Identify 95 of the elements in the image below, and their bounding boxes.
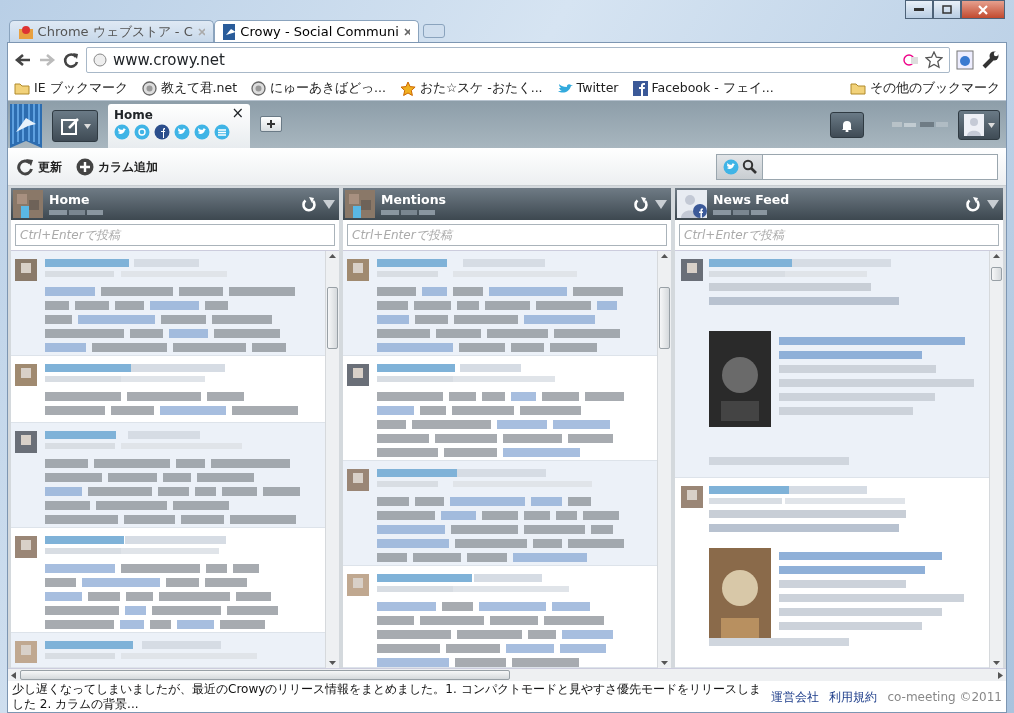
blurred-account-drawing <box>381 209 437 215</box>
bell-icon <box>840 118 854 132</box>
folder-icon <box>850 82 866 95</box>
maximize-icon <box>942 5 952 14</box>
dropdown-icon[interactable] <box>987 199 999 209</box>
post-input-field[interactable]: Ctrl+Enterで投稿 <box>347 224 667 246</box>
post-input-field[interactable]: Ctrl+Enterで投稿 <box>679 224 999 246</box>
bird-icon <box>556 82 573 95</box>
scrollbar-thumb[interactable] <box>659 287 670 349</box>
vertical-scrollbar[interactable] <box>657 251 671 669</box>
horizontal-scrollbar[interactable] <box>8 668 1006 682</box>
bookmark-link[interactable]: おた☆スケ -おたく... <box>400 79 543 98</box>
page-icon[interactable] <box>956 50 974 70</box>
plus-icon <box>266 119 276 129</box>
bird-logo-icon <box>223 23 236 40</box>
scrollbar-thumb[interactable] <box>327 287 338 349</box>
store-icon <box>18 23 33 40</box>
minimize-icon <box>914 7 924 12</box>
refresh-icon[interactable] <box>301 196 317 212</box>
twitter-service-icon <box>194 124 210 140</box>
add-tab-button[interactable] <box>260 116 282 132</box>
avatar-icon <box>963 114 984 136</box>
compose-button[interactable] <box>52 110 98 142</box>
footer-link[interactable]: 利用規約 <box>829 687 878 706</box>
search-icon <box>741 159 757 174</box>
dropdown-icon[interactable] <box>655 199 667 209</box>
notification-button[interactable] <box>830 112 864 138</box>
other-bookmarks-link[interactable]: その他のブックマーク <box>850 79 1000 98</box>
avatar-icon <box>345 190 375 218</box>
avatar-icon <box>13 190 43 218</box>
refresh-icon[interactable] <box>965 196 981 212</box>
minimize-button[interactable] <box>905 0 933 19</box>
close-tab-button[interactable]: × <box>231 104 244 122</box>
extension-icon[interactable] <box>903 54 919 66</box>
bookmark-link[interactable]: Facebook - フェイ... <box>632 79 774 98</box>
globe-icon <box>251 81 267 96</box>
scrollbar-thumb[interactable] <box>20 670 510 681</box>
refresh-button[interactable]: 更新 <box>16 157 62 176</box>
copyright-text: co-meeting ©2011 <box>887 688 1002 706</box>
refresh-icon[interactable] <box>633 196 649 212</box>
blurred-account-drawing <box>713 209 769 215</box>
caret-icon <box>987 122 995 128</box>
mention-icon <box>134 124 150 140</box>
list-icon <box>214 124 230 140</box>
close-icon <box>978 4 988 15</box>
up-arrow-icon[interactable] <box>990 251 1003 261</box>
facebook-icon <box>632 81 648 96</box>
blurred-username-drawing <box>892 122 948 128</box>
account-menu-button[interactable] <box>958 110 1000 140</box>
back-icon[interactable] <box>14 52 32 68</box>
facebook-avatar-icon <box>677 190 707 218</box>
caret-icon <box>83 123 91 129</box>
column-group-tab[interactable]: Home × <box>108 104 250 148</box>
folder-icon <box>14 82 30 95</box>
close-icon[interactable] <box>403 27 410 36</box>
browser-tab[interactable]: Crowy - Social Communi <box>214 20 419 42</box>
twitter-service-icon <box>174 124 190 140</box>
twitter-service-icon <box>722 158 739 175</box>
news-text[interactable]: 少し遅くなってしまいましたが、最近のCrowyのリリース情報をまとめました。1. コンパクトモードと見やすさ優先モードをリリースしました 2. カラムの背景... <box>12 682 762 711</box>
twitter-service-icon <box>114 124 130 140</box>
column-title: News Feed <box>713 193 790 207</box>
footer-link[interactable]: 運営会社 <box>771 687 820 706</box>
up-arrow-icon[interactable] <box>658 251 671 261</box>
bookmark-link[interactable]: Twitter <box>556 79 619 98</box>
address-bar[interactable]: www.crowy.net <box>86 47 950 73</box>
url-text: www.crowy.net <box>113 49 225 71</box>
post-input-field[interactable]: Ctrl+Enterで投稿 <box>15 224 335 246</box>
vertical-scrollbar[interactable] <box>325 251 339 669</box>
bookmark-link[interactable]: IE ブックマーク <box>14 79 128 98</box>
maximize-button[interactable] <box>933 0 961 19</box>
tab-label: Home <box>114 107 153 124</box>
bookmark-link[interactable]: 教えて君.net <box>141 79 238 98</box>
add-icon <box>76 157 94 176</box>
blurred-account-drawing <box>49 209 105 215</box>
add-column-button[interactable]: カラム追加 <box>76 157 158 176</box>
column-title: Mentions <box>381 193 446 207</box>
crowy-logo-icon[interactable] <box>10 104 42 148</box>
browser-tab[interactable]: Chrome ウェブストア - C <box>9 20 214 42</box>
globe-icon <box>93 53 107 67</box>
column-title: Home <box>49 193 91 207</box>
dropdown-icon[interactable] <box>323 199 335 209</box>
close-button[interactable] <box>961 0 1005 19</box>
up-arrow-icon[interactable] <box>326 251 339 261</box>
vertical-scrollbar[interactable] <box>989 251 1003 669</box>
reload-icon[interactable] <box>62 51 80 69</box>
scrollbar-thumb[interactable] <box>991 267 1002 281</box>
wrench-icon[interactable] <box>980 50 1000 70</box>
compose-icon <box>59 116 80 136</box>
search-field[interactable] <box>716 153 998 180</box>
bookmark-star-icon[interactable] <box>925 51 943 69</box>
bookmark-link[interactable]: にゅーあきばどっ... <box>251 79 386 98</box>
facebook-service-icon <box>154 124 170 140</box>
star-icon <box>400 80 416 97</box>
refresh-icon <box>16 157 34 176</box>
globe-icon <box>141 81 157 96</box>
